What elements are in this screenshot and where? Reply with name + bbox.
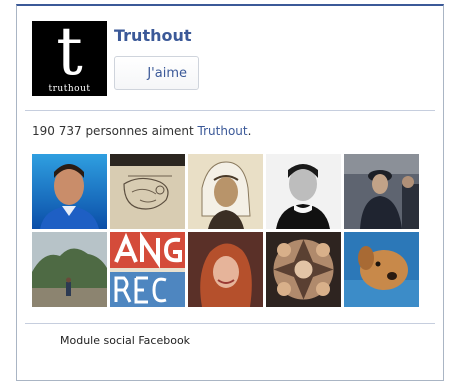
logo-glyph: t [56,21,83,90]
fan-photo-10 [344,232,419,307]
page-link[interactable]: Truthout [198,124,248,138]
fan-count-period: . [247,124,252,138]
fan-thumbnail[interactable] [110,232,185,307]
fan-photo-5 [344,154,419,229]
footer-label[interactable]: Module social Facebook [60,334,190,347]
divider [25,323,435,324]
fan-thumbnail[interactable] [110,154,185,229]
fan-photo-3 [188,154,263,229]
fan-thumbnail[interactable] [188,154,263,229]
fan-photo-1 [32,154,107,229]
fan-thumbnail[interactable] [344,154,419,229]
page-header: t truthout Truthout J'aime [17,6,443,110]
like-button-label: J'aime [147,66,187,81]
page-name-link[interactable]: Truthout [114,26,192,45]
facebook-like-box: t truthout Truthout J'aime 190 737 perso… [16,4,444,381]
fan-thumbnail[interactable] [32,154,107,229]
fan-photo-9 [266,232,341,307]
fan-photo-7 [110,232,185,307]
like-button[interactable]: J'aime [114,56,199,90]
fan-thumbnail[interactable] [344,232,419,307]
fan-count-text: 190 737 personnes aiment [32,124,194,138]
divider [25,110,435,111]
page-logo[interactable]: t truthout [32,21,107,96]
logo-wordmark: truthout [48,84,91,94]
fan-thumbnail[interactable] [266,232,341,307]
fan-photo-4 [266,154,341,229]
fan-thumbnail[interactable] [188,232,263,307]
fan-thumbnail[interactable] [266,154,341,229]
fan-photo-2 [110,154,185,229]
fan-photo-6 [32,232,107,307]
fan-photo-8 [188,232,263,307]
fan-count-line: 190 737 personnes aiment Truthout. [32,124,251,138]
fan-thumbnail-grid [32,154,422,311]
fan-thumbnail[interactable] [32,232,107,307]
